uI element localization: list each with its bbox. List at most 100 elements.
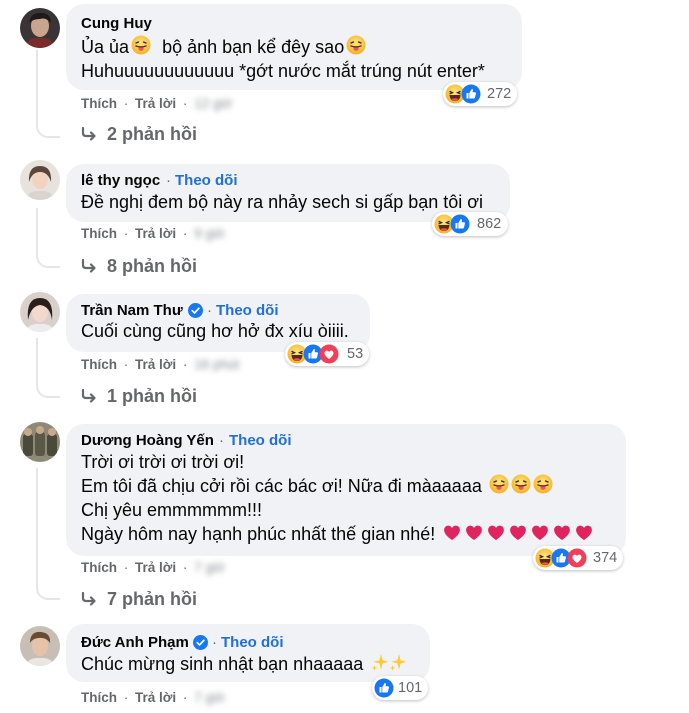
reply-link[interactable]: Trả lời — [135, 226, 176, 242]
thread-curve — [36, 580, 60, 600]
view-replies-button[interactable]: 8 phản hồi — [81, 255, 197, 277]
reaction-summary[interactable]: 862 — [432, 212, 508, 236]
reply-arrow-icon — [81, 259, 97, 273]
replies-count-label: 8 phản hồi — [107, 256, 197, 276]
separator: · — [212, 634, 217, 651]
tongue-emoji-icon — [346, 35, 366, 55]
like-icon — [461, 84, 481, 104]
comment-time[interactable]: 7 giờ — [194, 690, 225, 706]
replies-count-label: 7 phản hồi — [107, 589, 197, 609]
comment-author[interactable]: Trần Nam Thư — [81, 302, 183, 320]
reaction-count: 53 — [347, 346, 364, 362]
comment-time[interactable]: 12 giờ — [194, 96, 232, 112]
heart-emoji-icon — [486, 522, 506, 542]
sparkles-emoji-icon — [388, 652, 408, 672]
comment-actions: Thích · Trả lời · 7 giờ — [81, 560, 225, 576]
separator: · — [123, 96, 129, 111]
comment-text: Chúc mừng sinh nhật bạn nhaaaaa — [81, 652, 408, 677]
reaction-summary[interactable]: 101 — [372, 676, 428, 700]
follow-button[interactable]: Theo dõi — [175, 172, 238, 190]
thread-line — [36, 468, 38, 580]
comment-text-line: Trời ơi trời ơi trời ơi! — [81, 452, 245, 472]
reaction-count: 272 — [487, 86, 512, 102]
follow-button[interactable]: Theo dõi — [216, 302, 279, 320]
replies-count-label: 2 phản hồi — [107, 124, 197, 144]
like-link[interactable]: Thích — [81, 560, 117, 576]
reply-arrow-icon — [81, 389, 97, 403]
thread-line — [36, 208, 38, 250]
separator: · — [207, 302, 212, 319]
heart-emoji-icon — [574, 522, 594, 542]
comment-text-line: Em tôi đã chịu cởi rồi các bác ơi! Nữa đ… — [81, 476, 482, 496]
comment-time[interactable]: 7 giờ — [194, 560, 225, 576]
separator: · — [182, 226, 188, 241]
comment-time[interactable]: 9 giờ — [194, 226, 225, 242]
comment-time[interactable]: 16 phút — [194, 357, 239, 373]
comment-actions: Thích · Trả lời · 12 giờ — [81, 96, 232, 112]
comment-text: Em tôi đã chịu cởi rồi các bác ơi! Nữa đ… — [81, 474, 553, 499]
comment-author[interactable]: Dương Hoàng Yến — [81, 432, 214, 450]
thread-curve — [36, 248, 60, 268]
like-icon — [374, 678, 394, 698]
separator: · — [182, 690, 188, 705]
reply-link[interactable]: Trả lời — [135, 96, 176, 112]
reply-link[interactable]: Trả lời — [135, 690, 176, 706]
separator: · — [182, 96, 188, 111]
like-link[interactable]: Thích — [81, 357, 117, 373]
comment-text-line: Ủa ủa — [81, 37, 130, 57]
comment-author[interactable]: lê thy ngọc — [81, 172, 160, 190]
reaction-summary[interactable]: 272 — [443, 82, 517, 106]
view-replies-button[interactable]: 1 phản hồi — [81, 385, 197, 407]
follow-button[interactable]: Theo dõi — [221, 634, 284, 652]
thread-line — [36, 50, 38, 120]
heart-emoji-icon — [530, 522, 550, 542]
comment-author[interactable]: Cung Huy — [81, 15, 152, 33]
separator: · — [182, 560, 188, 575]
comment-actions: Thích · Trả lời · 16 phút — [81, 357, 239, 373]
separator: · — [123, 226, 129, 241]
avatar[interactable] — [20, 8, 60, 48]
comment-actions: Thích · Trả lời · 7 giờ — [81, 690, 225, 706]
comment-text: Ngày hôm nay hạnh phúc nhất thế gian nhé… — [81, 522, 594, 547]
comment-actions: Thích · Trả lời · 9 giờ — [81, 226, 225, 242]
view-replies-button[interactable]: 7 phản hồi — [81, 588, 197, 610]
like-icon — [450, 214, 470, 234]
comment-text: Ủa ủa bộ ảnh bạn kể đêy sao — [81, 35, 366, 60]
avatar[interactable] — [20, 422, 60, 462]
thread-curve — [36, 378, 60, 398]
comment-text-line: Chị yêu emmmmmm!!! — [81, 500, 263, 520]
love-icon — [319, 344, 339, 364]
verified-badge-icon — [193, 635, 208, 650]
comment-text-line: Huhuuuuuuuuuuuu *gớt nước mắt trúng nút … — [81, 61, 485, 81]
comment-text-line: Chúc mừng sinh nhật bạn nhaaaaa — [81, 654, 364, 674]
avatar[interactable] — [20, 160, 60, 200]
comment-text-line: Đề nghị đem bộ này ra nhảy sech si gấp b… — [81, 192, 484, 212]
separator: · — [219, 432, 224, 449]
separator: · — [123, 690, 129, 705]
tongue-emoji-icon — [131, 35, 151, 55]
reply-arrow-icon — [81, 592, 97, 606]
reaction-summary[interactable]: 374 — [533, 546, 623, 570]
reaction-count: 374 — [593, 550, 618, 566]
reply-link[interactable]: Trả lời — [135, 560, 176, 576]
sparkles-emoji-icon — [370, 652, 390, 672]
heart-emoji-icon — [552, 522, 572, 542]
thread-curve — [36, 118, 60, 138]
comment-text-line: bộ ảnh bạn kể đêy sao — [162, 37, 345, 57]
separator: · — [123, 357, 129, 372]
comment-text-line: Cuối cùng cũng hơ hở đx xíu òiiii. — [81, 321, 349, 341]
avatar[interactable] — [20, 626, 60, 666]
view-replies-button[interactable]: 2 phản hồi — [81, 123, 197, 145]
reaction-count: 101 — [398, 680, 423, 696]
like-link[interactable]: Thích — [81, 690, 117, 706]
thread-line — [36, 338, 38, 380]
reaction-summary[interactable]: 53 — [285, 342, 369, 366]
like-link[interactable]: Thích — [81, 96, 117, 112]
reply-link[interactable]: Trả lời — [135, 357, 176, 373]
separator: · — [123, 560, 129, 575]
comment-author[interactable]: Đức Anh Phạm — [81, 634, 189, 652]
heart-emoji-icon — [442, 522, 462, 542]
follow-button[interactable]: Theo dõi — [229, 432, 292, 450]
like-link[interactable]: Thích — [81, 226, 117, 242]
avatar[interactable] — [20, 292, 60, 332]
